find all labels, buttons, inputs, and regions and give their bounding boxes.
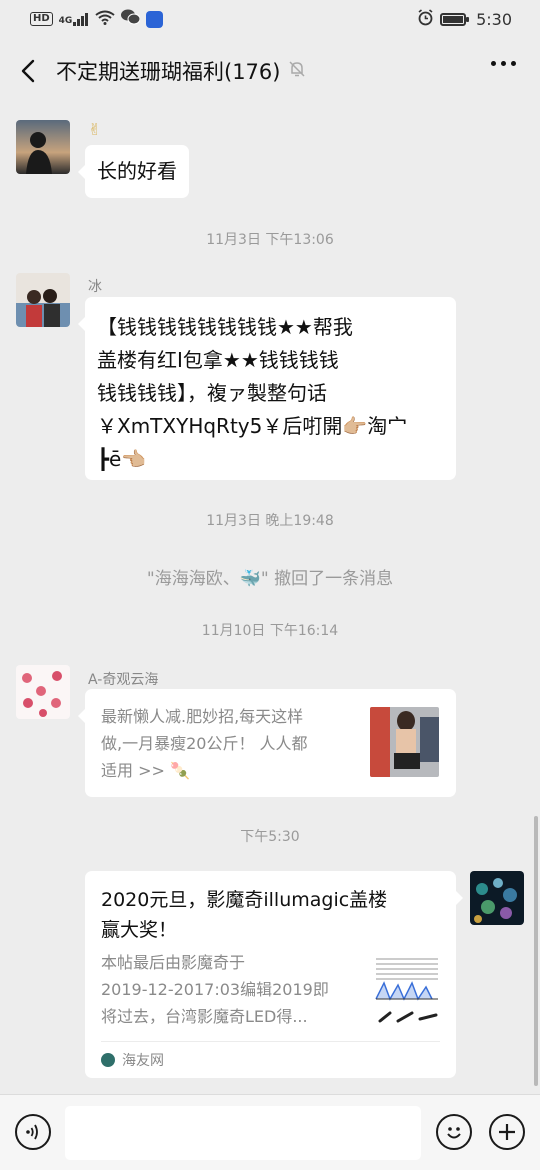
message-line: ￥XmTXYHqRty5￥后咑開👉🏼淘宀 [97,414,408,438]
article-title-line: 赢大奖！ [101,919,178,941]
timestamp: 11月10日 下午16:14 [201,623,339,639]
network-type-label: 4G [58,15,73,26]
article-desc-line: 本帖最后由影魔奇于 [101,953,246,972]
voice-icon [26,1124,38,1140]
link-desc-line: 适用 >> 🍡 [101,761,190,780]
message-text: 长的好看 [97,159,177,183]
signal-icon: 4G [58,12,90,26]
message-bubble[interactable]: 【钱钱钱钱钱钱钱钱★★帮我 盖楼有红I包拿★★钱钱钱钱 钱钱钱钱】，複ァ製整句话… [78,297,456,480]
avatar-silhouette[interactable] [16,120,70,174]
chat-header: 不定期送珊瑚福利(176) [0,38,540,104]
status-left: HD 4G [30,9,164,29]
message-input[interactable] [65,1106,421,1160]
emoji-button[interactable] [436,1114,472,1150]
sender-emoji: ✌ [88,120,102,139]
article-desc-line: 2019-12-2017:03编辑2019即 [101,980,329,999]
alarm-icon [417,8,434,30]
source-icon [101,1053,115,1067]
more-button[interactable] [491,61,516,66]
chat-title: 不定期送珊瑚福利(176) [56,60,281,84]
timestamp: 下午5:30 [240,829,300,845]
article-source: 海友网 [101,1041,440,1078]
avatar-pattern[interactable] [16,665,70,719]
mute-icon [288,60,306,82]
back-button[interactable] [16,56,40,86]
article-title-line: 2020元旦，影魔奇illumagic盖楼 [101,889,388,911]
battery-icon [440,12,470,26]
link-desc-line: 最新懒人减.肥妙招,每天这样 [101,707,304,726]
more-icon [491,61,496,66]
status-right: 5:30 [417,8,512,30]
battery-level [443,15,463,23]
clock: 5:30 [476,9,512,29]
message-line: 盖楼有红I包拿★★钱钱钱钱 [97,348,339,372]
plus-button[interactable] [489,1114,525,1150]
message-list[interactable]: ✌ 长的好看 11月3日 下午13:06 冰 【钱钱钱钱钱钱钱钱★★帮我 盖楼有… [0,104,540,1094]
input-bar [0,1094,540,1170]
shared-article-card[interactable]: 2020元旦，影魔奇illumagic盖楼 赢大奖！ 本帖最后由影魔奇于 201… [85,871,463,1078]
emoji-icon [447,1127,461,1139]
recall-notice: "海海海欧、🐳" 撤回了一条消息 [146,569,394,589]
back-icon [21,59,35,83]
sender-name: A-奇观云海 [88,672,159,688]
article-desc-line: 将过去，台湾影魔奇LED得... [101,1007,308,1026]
wifi-icon [95,10,115,29]
article-thumbnail [372,953,442,1029]
timestamp: 11月3日 晚上19:48 [206,513,334,529]
app-notification-icon [146,10,164,28]
scrollbar[interactable] [534,816,538,1086]
link-message-card[interactable]: 最新懒人减.肥妙招,每天这样 做,一月暴瘦20公斤！ 人人都 适用 >> 🍡 [78,689,456,797]
voice-button[interactable] [15,1114,51,1150]
plus-icon [499,1124,515,1140]
avatar-coral[interactable] [470,871,524,925]
link-desc-line: 做,一月暴瘦20公斤！ 人人都 [101,734,308,753]
link-thumbnail [370,707,439,777]
wechat-notification-icon [121,9,141,29]
sender-name: 冰 [88,279,102,295]
message-line: ┣ē👈🏼 [97,447,147,471]
message-line: 【钱钱钱钱钱钱钱钱★★帮我 [97,315,353,339]
hd-icon: HD [30,12,53,26]
message-line: 钱钱钱钱】，複ァ製整句话 [97,381,327,405]
timestamp: 11月3日 下午13:06 [206,232,334,248]
source-label: 海友网 [122,1053,164,1069]
status-bar: HD 4G 5:30 [0,0,540,38]
message-bubble[interactable]: 长的好看 [78,145,189,198]
avatar-couple[interactable] [16,273,70,327]
